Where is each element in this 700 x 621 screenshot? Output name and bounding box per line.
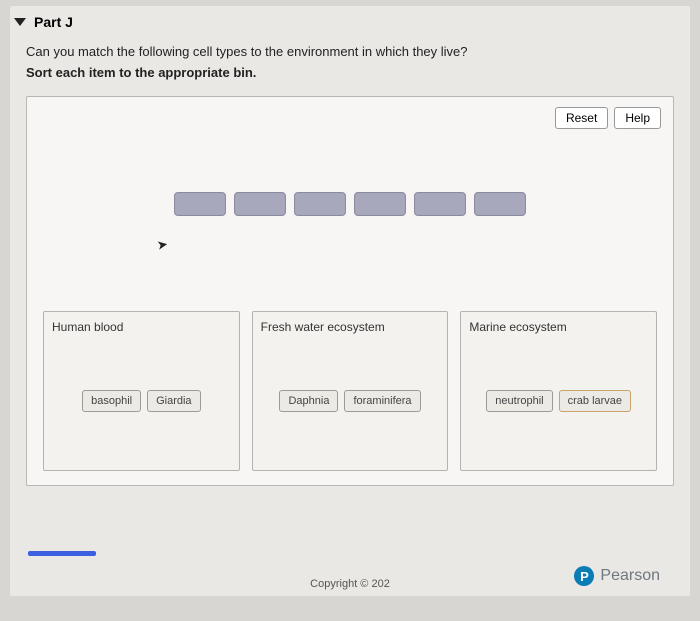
bin-label: Human blood — [52, 320, 231, 334]
bin-items: neutrophil crab larvae — [461, 390, 656, 412]
draggable-item[interactable] — [414, 192, 466, 216]
activity-controls: Reset Help — [555, 107, 661, 129]
part-header[interactable]: Part J — [10, 6, 690, 34]
placed-item[interactable]: Daphnia — [279, 390, 338, 412]
part-label: Part J — [34, 14, 73, 30]
brand-text: Pearson — [600, 567, 660, 585]
bin-marine[interactable]: Marine ecosystem neutrophil crab larvae — [460, 311, 657, 471]
draggable-item[interactable] — [234, 192, 286, 216]
question-block: Can you match the following cell types t… — [10, 34, 690, 86]
help-button[interactable]: Help — [614, 107, 661, 129]
bin-human-blood[interactable]: Human blood basophil Giardia — [43, 311, 240, 471]
placed-item[interactable]: basophil — [82, 390, 141, 412]
placed-item[interactable]: Giardia — [147, 390, 200, 412]
sorting-activity: Reset Help ➤ Human blood basophil Giardi… — [26, 96, 674, 486]
cursor-icon: ➤ — [156, 236, 170, 254]
draggable-item[interactable] — [474, 192, 526, 216]
bin-items: basophil Giardia — [44, 390, 239, 412]
pearson-logo-icon: P — [574, 566, 594, 586]
bin-fresh-water[interactable]: Fresh water ecosystem Daphnia foraminife… — [252, 311, 449, 471]
drag-tray — [27, 192, 673, 216]
bins-row: Human blood basophil Giardia Fresh water… — [43, 311, 657, 471]
copyright-text: Copyright © 202 — [310, 578, 390, 590]
brand: P Pearson — [574, 566, 660, 586]
placed-item[interactable]: neutrophil — [486, 390, 552, 412]
draggable-item[interactable] — [354, 192, 406, 216]
reset-button[interactable]: Reset — [555, 107, 608, 129]
placed-item[interactable]: foraminifera — [344, 390, 420, 412]
bin-label: Fresh water ecosystem — [261, 320, 440, 334]
caret-down-icon — [14, 18, 26, 26]
bin-items: Daphnia foraminifera — [253, 390, 448, 412]
draggable-item[interactable] — [174, 192, 226, 216]
question-text: Can you match the following cell types t… — [26, 44, 674, 59]
draggable-item[interactable] — [294, 192, 346, 216]
scrollbar-horizontal[interactable] — [28, 551, 96, 556]
page: Part J Can you match the following cell … — [10, 6, 690, 596]
bin-label: Marine ecosystem — [469, 320, 648, 334]
placed-item[interactable]: crab larvae — [559, 390, 631, 412]
question-instruction: Sort each item to the appropriate bin. — [26, 65, 674, 80]
